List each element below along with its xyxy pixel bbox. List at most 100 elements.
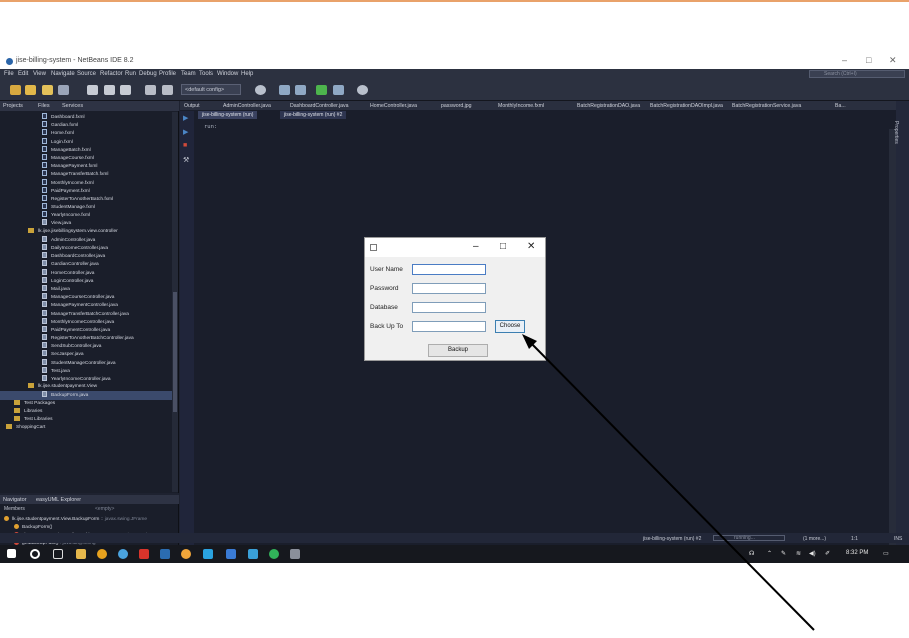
people-icon[interactable]: ☊: [749, 550, 754, 557]
output-tab-run-2[interactable]: jise-billing-system (run) #2: [280, 111, 347, 119]
navigator-member[interactable]: lk.ijse.studentpayment.View.BackupForm :…: [4, 516, 147, 522]
media-player-icon[interactable]: [203, 549, 213, 559]
tree-row[interactable]: ManagePayment.fxml: [0, 162, 172, 170]
browser-icon[interactable]: [118, 549, 128, 559]
editor-tab[interactable]: BatchRegistrationDAOImpl.java: [650, 103, 723, 109]
tree-row[interactable]: DailyIncomeController.java: [0, 244, 172, 252]
tree-row[interactable]: Dashboard.fxml: [0, 113, 172, 121]
chrome-icon[interactable]: [97, 549, 107, 559]
tree-row[interactable]: Home.fxml: [0, 129, 172, 137]
rerun-different-icon[interactable]: ▶: [183, 128, 188, 136]
output-tab-run[interactable]: jise-billing-system (run): [198, 111, 258, 119]
tree-row[interactable]: ManageTransferBatch.fxml: [0, 170, 172, 178]
backup-button[interactable]: Backup: [428, 344, 488, 357]
tree-row[interactable]: MonthlyIncome.fxml: [0, 178, 172, 187]
tree-row[interactable]: Test Libraries: [0, 415, 172, 424]
paste-icon[interactable]: [120, 85, 131, 95]
word-icon[interactable]: [160, 549, 170, 559]
editor-tab[interactable]: HomeController.java: [370, 103, 417, 109]
output-scrollbar[interactable]: [889, 129, 896, 561]
profile-icon[interactable]: [357, 85, 368, 95]
new-file-icon[interactable]: [10, 85, 21, 95]
close-button[interactable]: ✕: [889, 55, 897, 66]
tree-row[interactable]: Gardian.fxml: [0, 121, 172, 129]
whatsapp-icon[interactable]: [269, 549, 279, 559]
menu-run[interactable]: Run: [125, 71, 136, 77]
start-icon[interactable]: [7, 549, 16, 558]
tree-row[interactable]: Login.fxml: [0, 137, 172, 146]
dialog-maximize-button[interactable]: □: [500, 241, 506, 252]
username-field[interactable]: [412, 264, 486, 275]
tree-row[interactable]: HomeController.java: [0, 268, 172, 277]
menu-debug[interactable]: Debug: [139, 71, 157, 77]
save-all-icon[interactable]: [58, 85, 69, 95]
rerun-icon[interactable]: ▶: [183, 114, 188, 122]
menu-team[interactable]: Team: [181, 71, 196, 77]
tree-row[interactable]: DashboardController.java: [0, 252, 172, 260]
volume-icon[interactable]: ◀): [809, 550, 816, 557]
menu-edit[interactable]: Edit: [18, 71, 28, 77]
redo-icon[interactable]: [162, 85, 173, 95]
editor-tab[interactable]: MonthlyIncome.fxml: [498, 103, 544, 109]
config-select[interactable]: <default config>: [181, 84, 241, 95]
status-notifications[interactable]: (1 more...): [803, 536, 826, 542]
menu-window[interactable]: Window: [217, 71, 238, 77]
menu-file[interactable]: File: [4, 71, 14, 77]
run-icon[interactable]: [316, 85, 327, 95]
tree-row[interactable]: ManageTransferBatchController.java: [0, 309, 172, 318]
tree-row[interactable]: MonthlyIncomeController.java: [0, 317, 172, 326]
minimize-button[interactable]: –: [842, 55, 847, 65]
debug-icon[interactable]: [333, 85, 344, 95]
cortana-icon[interactable]: [30, 549, 40, 559]
java-app-taskbar-icon[interactable]: [290, 549, 300, 559]
tree-row[interactable]: SecJasper.java: [0, 350, 172, 358]
menu-refactor[interactable]: Refactor: [100, 71, 123, 77]
editor-tab[interactable]: DashboardController.java: [290, 103, 349, 109]
tree-row[interactable]: lk.ijse.studentpayment.View: [0, 383, 172, 391]
tree-row[interactable]: Libraries: [0, 407, 172, 416]
tab-projects[interactable]: Projects: [3, 103, 23, 109]
tree-row[interactable]: ShoppingCart: [0, 424, 172, 432]
app-icon[interactable]: [248, 549, 258, 559]
build-icon[interactable]: [279, 85, 290, 95]
database-field[interactable]: [412, 302, 486, 313]
editor-tab[interactable]: AdminController.java: [223, 103, 271, 109]
tree-row[interactable]: ManagePaymentController.java: [0, 301, 172, 309]
menu-view[interactable]: View: [33, 71, 46, 77]
tree-row[interactable]: BackupForm.java: [0, 391, 172, 400]
file-explorer-icon[interactable]: [76, 549, 86, 559]
stop-icon[interactable]: ■: [183, 142, 187, 149]
tree-row[interactable]: StudentManageController.java: [0, 358, 172, 367]
task-view-icon[interactable]: [53, 549, 63, 559]
scrollbar-thumb[interactable]: [173, 292, 177, 412]
tree-row[interactable]: Test Packages: [0, 399, 172, 408]
chevron-up-icon[interactable]: ⌃: [767, 550, 772, 557]
tab-navigator[interactable]: Navigator: [3, 497, 27, 503]
firefox-icon[interactable]: [181, 549, 191, 559]
clock[interactable]: 8:32 PM: [846, 550, 868, 556]
undo-icon[interactable]: [145, 85, 156, 95]
acrobat-icon[interactable]: [139, 549, 149, 559]
ide-search-input[interactable]: Search (Ctrl+I): [809, 70, 905, 78]
editor-tab[interactable]: BatchRegistrationService.java: [732, 103, 801, 109]
password-field[interactable]: [412, 283, 486, 294]
touch-keyboard-icon[interactable]: ✐: [825, 550, 830, 557]
dialog-minimize-button[interactable]: –: [473, 241, 479, 252]
navigator-member[interactable]: BackupForm(): [14, 524, 52, 530]
new-project-icon[interactable]: [25, 85, 36, 95]
menu-navigate[interactable]: Navigate: [51, 71, 75, 77]
tree-row[interactable]: StudentManage.fxml: [0, 203, 172, 211]
backup-path-field[interactable]: [412, 321, 486, 332]
editor-tab[interactable]: password.jpg: [441, 103, 472, 109]
notification-center-icon[interactable]: ▭: [883, 550, 889, 557]
status-process[interactable]: jise-billing-system (run) #2: [643, 536, 701, 542]
tree-row[interactable]: YearlyIncome.fxml: [0, 211, 172, 219]
tree-row[interactable]: SendSubController.java: [0, 342, 172, 350]
tab-easyuml[interactable]: easyUML Explorer: [36, 497, 81, 503]
properties-label[interactable]: Properties: [893, 121, 899, 144]
tree-row[interactable]: lk.ijse.jisebillingsystem.view.controlle…: [0, 227, 172, 236]
members-label[interactable]: Members: [4, 506, 25, 512]
settings-icon[interactable]: ⚒: [183, 156, 189, 164]
editor-tab[interactable]: Ba...: [835, 103, 846, 109]
netbeans-taskbar-icon[interactable]: [226, 549, 236, 559]
